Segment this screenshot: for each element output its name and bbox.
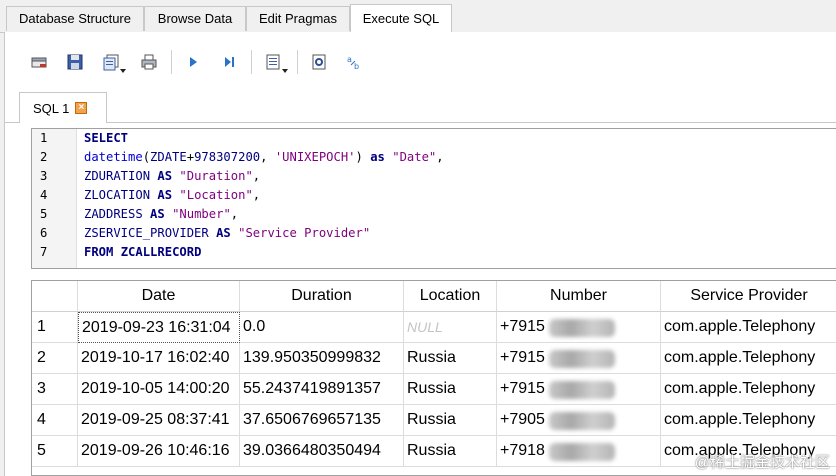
- table-cell[interactable]: 55.2437419891357: [240, 374, 404, 405]
- table-cell[interactable]: Russia: [404, 343, 497, 374]
- close-icon[interactable]: ×: [75, 102, 88, 114]
- table-cell[interactable]: 0.0: [240, 312, 404, 343]
- execute-line-icon: [225, 57, 234, 67]
- redacted-blur: [549, 381, 615, 399]
- execute-all-icon: [190, 57, 197, 67]
- save-results-button[interactable]: [261, 50, 288, 74]
- svg-text:b: b: [354, 62, 359, 71]
- grid-corner[interactable]: [32, 281, 78, 312]
- code-text: ZADDRESS AS "Number",: [84, 207, 239, 221]
- tab-database-structure[interactable]: Database Structure: [6, 6, 144, 31]
- open-sql-file-button[interactable]: [63, 50, 87, 74]
- tab-browse-data[interactable]: Browse Data: [144, 6, 246, 31]
- table-cell[interactable]: com.apple.Telephony: [661, 343, 836, 374]
- line-number: 6: [40, 226, 48, 240]
- column-header[interactable]: Location: [404, 281, 497, 312]
- table-cell[interactable]: 2019-09-26 10:46:16: [78, 436, 240, 467]
- find-button[interactable]: [307, 50, 331, 74]
- find-icon: [312, 54, 326, 70]
- open-tab-button[interactable]: [27, 50, 51, 74]
- line-number: 1: [40, 131, 48, 145]
- sql-tab-label: SQL 1: [33, 100, 70, 116]
- line-number: 3: [40, 169, 48, 183]
- table-cell[interactable]: 2019-10-17 16:02:40: [78, 343, 240, 374]
- code-text: ZSERVICE_PROVIDER AS "Service Provider": [84, 226, 371, 240]
- code-text: ZLOCATION AS "Location",: [84, 188, 261, 202]
- table-cell[interactable]: NULL: [404, 312, 497, 343]
- line-number: 2: [40, 150, 48, 164]
- save-sql-file-icon: [103, 54, 119, 71]
- code-text: SELECT: [84, 131, 129, 145]
- table-cell[interactable]: 139.950350999832: [240, 343, 404, 374]
- table-cell[interactable]: com.apple.Telephony: [661, 312, 836, 343]
- find-replace-icon: ab: [347, 55, 359, 71]
- table-cell[interactable]: com.apple.Telephony: [661, 405, 836, 436]
- table-cell[interactable]: 37.6506769657135: [240, 405, 404, 436]
- table-cell[interactable]: +7915: [497, 374, 661, 405]
- column-header[interactable]: Duration: [240, 281, 404, 312]
- code-text: FROM ZCALLRECORD: [84, 245, 202, 259]
- line-number: 5: [40, 207, 48, 221]
- code-text: ZDURATION AS "Duration",: [84, 169, 261, 183]
- sql-toolbar: ab: [5, 32, 836, 90]
- table-cell[interactable]: Russia: [404, 374, 497, 405]
- code-text: datetime(ZDATE+978307200, 'UNIXEPOCH') a…: [84, 150, 444, 164]
- table-cell[interactable]: Russia: [404, 436, 497, 467]
- toolbar-separator: [171, 50, 172, 74]
- tab-edit-pragmas[interactable]: Edit Pragmas: [246, 6, 350, 31]
- row-header[interactable]: 4: [32, 405, 78, 436]
- line-number: 7: [40, 245, 48, 259]
- svg-text:a: a: [347, 55, 352, 64]
- table-cell[interactable]: +7915: [497, 343, 661, 374]
- column-header[interactable]: Service Provider: [661, 281, 836, 312]
- redacted-blur: [549, 319, 615, 337]
- sql-tab-bar: SQL 1 ×: [5, 90, 836, 123]
- redacted-blur: [549, 350, 615, 368]
- execute-sql-panel: ab SQL 1 × 1 SELECT 2 datetime(ZDATE+978307…: [4, 32, 836, 476]
- open-tab-icon: [31, 57, 47, 68]
- sql-tab-1[interactable]: SQL 1 ×: [19, 92, 107, 123]
- sql-editor[interactable]: 1 SELECT 2 datetime(ZDATE+978307200, 'UNIXE…: [31, 128, 836, 269]
- table-cell[interactable]: +7915: [497, 312, 661, 343]
- row-header[interactable]: 5: [32, 436, 78, 467]
- find-replace-button[interactable]: ab: [343, 50, 367, 74]
- line-number: 4: [40, 188, 48, 202]
- column-header[interactable]: Number: [497, 281, 661, 312]
- redacted-blur: [549, 412, 615, 430]
- toolbar-separator: [297, 50, 298, 74]
- table-cell[interactable]: com.apple.Telephony: [661, 374, 836, 405]
- print-icon: [141, 54, 157, 70]
- print-button[interactable]: [137, 50, 161, 74]
- table-cell[interactable]: +7918: [497, 436, 661, 467]
- table-cell[interactable]: Russia: [404, 405, 497, 436]
- open-sql-file-icon: [67, 54, 83, 70]
- save-sql-file-button[interactable]: [99, 50, 126, 74]
- row-header[interactable]: 2: [32, 343, 78, 374]
- toolbar-separator: [251, 50, 252, 74]
- row-header[interactable]: 3: [32, 374, 78, 405]
- column-header[interactable]: Date: [78, 281, 240, 312]
- results-grid[interactable]: Date Duration Location Number Service Provid…: [31, 280, 836, 476]
- watermark: @稀土掘金技术社区: [694, 454, 830, 471]
- row-header[interactable]: 1: [32, 312, 78, 343]
- table-cell[interactable]: 2019-09-23 16:31:04: [78, 312, 240, 343]
- table-cell[interactable]: +7905: [497, 405, 661, 436]
- redacted-blur: [549, 443, 615, 461]
- execute-line-button[interactable]: [217, 50, 241, 74]
- table-cell[interactable]: 2019-09-25 08:37:41: [78, 405, 240, 436]
- tab-execute-sql[interactable]: Execute SQL: [350, 4, 452, 33]
- save-results-icon: [266, 54, 280, 70]
- table-cell[interactable]: 2019-10-05 14:00:20: [78, 374, 240, 405]
- main-tab-bar: Database Structure Browse Data Edit Prag…: [0, 0, 836, 33]
- execute-all-button[interactable]: [181, 50, 205, 74]
- table-cell[interactable]: 39.0366480350494: [240, 436, 404, 467]
